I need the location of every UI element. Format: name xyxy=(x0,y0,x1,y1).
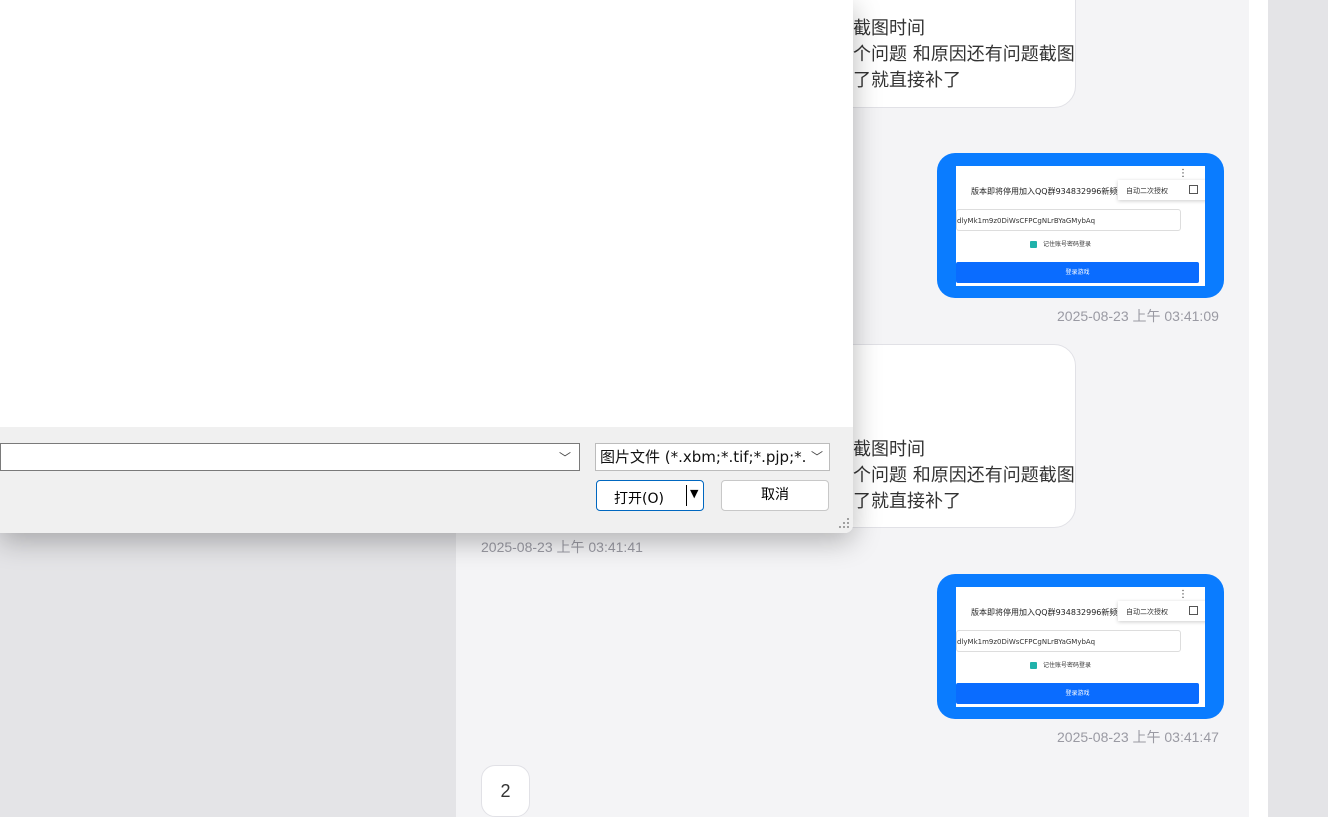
more-icon: ⋮ xyxy=(1178,168,1188,179)
resize-grip-icon[interactable] xyxy=(838,518,850,530)
key-field: dlyMk1m9z0DiWsCFPCgNLrBYaGMybAq xyxy=(956,630,1181,652)
login-button-image: 登录游戏 xyxy=(956,262,1199,283)
remember-row: 记住账号密码登录 xyxy=(1030,239,1091,248)
screenshot-image: ⋮ 版本即将停用加入QQ群934832996新频道 自动二次授权 dlyMk1m… xyxy=(956,166,1205,286)
remember-label: 记住账号密码登录 xyxy=(1043,662,1092,669)
filename-input[interactable]: ﹀ xyxy=(0,443,580,471)
checkbox-icon xyxy=(1189,185,1198,194)
remember-row: 记住账号密码登录 xyxy=(1030,660,1091,669)
file-type-value: 图片文件 (*.xbm;*.tif;*.pjp;*.apng;*.svgz;*.… xyxy=(600,448,806,466)
more-icon: ⋮ xyxy=(1178,589,1188,600)
open-button[interactable]: 打开(O) ▼ xyxy=(596,480,704,511)
open-button-label: 打开(O) xyxy=(614,491,664,507)
key-field: dlyMk1m9z0DiWsCFPCgNLrBYaGMybAq xyxy=(956,209,1181,231)
message-bubble-image[interactable]: ⋮ 版本即将停用加入QQ群934832996新频道 自动二次授权 dlyMk1m… xyxy=(937,153,1224,298)
message-timestamp: 2025-08-23 上午 03:41:09 xyxy=(1057,308,1219,324)
caret-down-icon[interactable]: ▼ xyxy=(690,487,698,500)
split-divider xyxy=(686,485,687,506)
file-list-pane[interactable] xyxy=(0,0,853,427)
auth-popup: 自动二次授权 xyxy=(1118,601,1205,621)
window-edge xyxy=(1268,0,1328,817)
file-open-dialog: ﹀ 图片文件 (*.xbm;*.tif;*.pjp;*.apng;*.svgz;… xyxy=(0,0,853,533)
message-timestamp: 2025-08-23 上午 03:41:41 xyxy=(481,539,643,555)
file-type-select[interactable]: 图片文件 (*.xbm;*.tif;*.pjp;*.apng;*.svgz;*.… xyxy=(595,443,830,471)
chevron-down-icon[interactable]: ﹀ xyxy=(559,449,571,466)
message-bubble-text[interactable]: 2 xyxy=(481,765,530,817)
checked-icon xyxy=(1030,662,1037,669)
message-bubble-image[interactable]: ⋮ 版本即将停用加入QQ群934832996新频道 自动二次授权 dlyMk1m… xyxy=(937,574,1224,719)
chevron-down-icon[interactable]: ﹀ xyxy=(808,444,823,470)
checked-icon xyxy=(1030,241,1037,248)
screenshot-image: ⋮ 版本即将停用加入QQ群934832996新频道 自动二次授权 dlyMk1m… xyxy=(956,587,1205,707)
cancel-button[interactable]: 取消 xyxy=(721,480,829,511)
auth-popup: 自动二次授权 xyxy=(1118,180,1205,200)
auth-label: 自动二次授权 xyxy=(1126,187,1168,195)
remember-label: 记住账号密码登录 xyxy=(1043,241,1092,248)
checkbox-icon xyxy=(1189,606,1198,615)
screenshot-title: 版本即将停用加入QQ群934832996新频道 xyxy=(971,187,1126,196)
scroll-gutter xyxy=(1249,0,1268,817)
screenshot-title: 版本即将停用加入QQ群934832996新频道 xyxy=(971,608,1126,617)
message-timestamp: 2025-08-23 上午 03:41:47 xyxy=(1057,729,1219,745)
login-button-image: 登录游戏 xyxy=(956,683,1199,704)
auth-label: 自动二次授权 xyxy=(1126,608,1168,616)
